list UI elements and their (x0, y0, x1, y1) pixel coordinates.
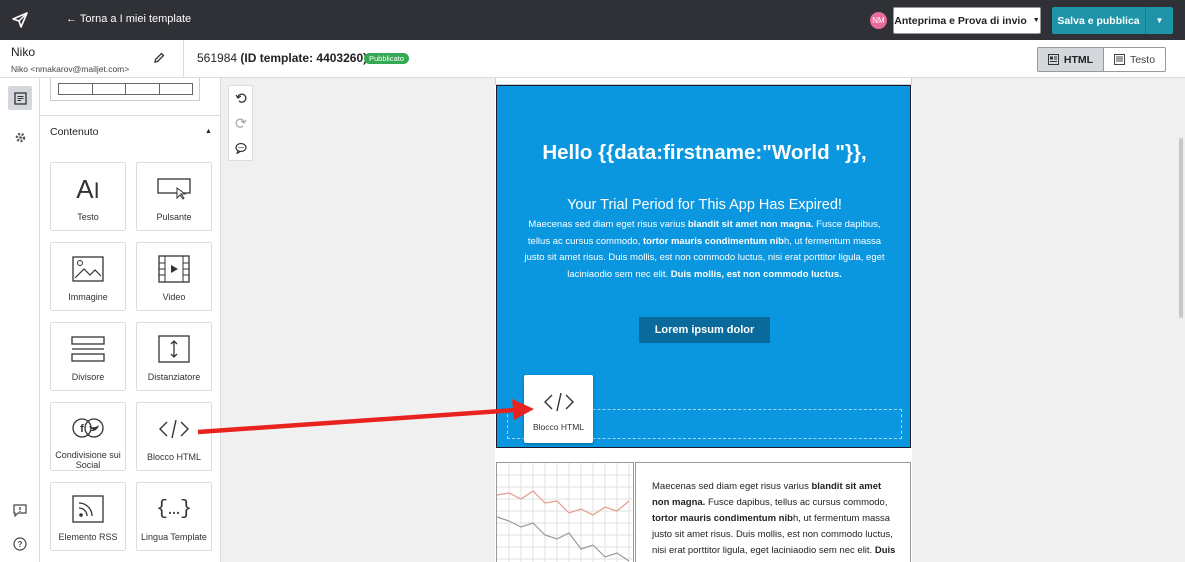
tile-text[interactable]: AI Testo (50, 162, 126, 231)
tile-image[interactable]: Immagine (50, 242, 126, 311)
bold-run: blandit sit amet non magna. (687, 219, 814, 230)
dragged-html-block[interactable]: Blocco HTML (524, 375, 593, 443)
content-section-title[interactable]: Contenuto (50, 126, 98, 138)
two-column-section: Maecenas sed diam eget risus varius blan… (495, 462, 912, 562)
template-info-bar (0, 40, 1185, 78)
html-view-icon (1047, 54, 1059, 65)
undo-icon[interactable] (233, 90, 249, 106)
tile-divider[interactable]: Divisore (50, 322, 126, 391)
svg-text:?: ? (18, 540, 23, 549)
text-column[interactable]: Maecenas sed diam eget risus varius blan… (635, 462, 911, 562)
caret-down-icon: ▼ (1032, 17, 1040, 24)
rss-icon (72, 489, 104, 529)
email-canvas: Hello {{data:firstname:"World "}}, Your … (495, 78, 912, 562)
left-rail: ? (0, 78, 40, 562)
text-run: Maecenas sed diam eget risus varius (652, 481, 812, 492)
hero-title[interactable]: Hello {{data:firstname:"World "}}, (497, 141, 912, 165)
chart-image[interactable] (496, 462, 634, 562)
tab-text-label: Testo (1129, 53, 1156, 66)
tile-button[interactable]: Pulsante (136, 162, 212, 231)
text-run: Fusce dapibus, tellus ac cursus commodo, (705, 497, 888, 508)
template-id: 561984 (ID template: 4403260) (197, 51, 367, 65)
tile-label: Video (162, 292, 186, 302)
divider (183, 40, 184, 78)
help-icon[interactable]: ? (8, 532, 32, 556)
gear-icon[interactable] (8, 125, 32, 149)
tile-label: Blocco HTML (146, 452, 201, 462)
dragged-block-label: Blocco HTML (532, 422, 584, 432)
tile-template-language[interactable]: {…} Lingua Template (136, 482, 212, 551)
column-layout-preview[interactable] (58, 83, 193, 95)
content-panel-icon[interactable] (8, 86, 32, 110)
text-run: Maecenas sed diam eget risus varius (528, 219, 688, 230)
text-icon: AI (76, 173, 100, 204)
hero-subtitle[interactable]: Your Trial Period for This App Has Expir… (497, 197, 912, 213)
template-number: 561984 (197, 51, 238, 65)
redo-icon[interactable] (233, 115, 249, 131)
tile-rss[interactable]: Elemento RSS (50, 482, 126, 551)
scrollbar[interactable] (1177, 78, 1185, 562)
tab-html[interactable]: HTML (1037, 47, 1104, 72)
avatar[interactable]: NM (870, 12, 887, 29)
tab-html-label: HTML (1063, 53, 1094, 66)
tile-label: Testo (77, 212, 99, 222)
status-badge: Pubblicato (364, 53, 410, 64)
save-options-caret-icon[interactable]: ▼ (1145, 7, 1173, 34)
video-icon (158, 249, 190, 289)
editor-toolbar (228, 85, 253, 161)
html-block-icon (542, 391, 576, 416)
divider-icon (71, 329, 105, 369)
tile-html-block[interactable]: Blocco HTML (136, 402, 212, 471)
hero-body-text[interactable]: Maecenas sed diam eget risus varius blan… (517, 217, 892, 283)
text-view-icon (1113, 54, 1125, 65)
back-to-templates-link[interactable]: ← Torna a I miei template (66, 13, 191, 25)
hero-cta-button[interactable]: Lorem ipsum dolor (639, 317, 770, 343)
tile-label: Lingua Template (141, 532, 207, 542)
tile-social-share[interactable]: f Condivisione sui Social (50, 402, 126, 471)
bold-run: tortor mauris condimentum nib (643, 235, 784, 247)
preview-and-test-button[interactable]: Anteprima e Prova di invio ▼ (893, 7, 1041, 34)
comment-icon[interactable] (233, 140, 249, 156)
social-share-icon: f (71, 409, 105, 447)
tile-label: Divisore (71, 372, 105, 382)
template-id-label: (ID template: 4403260) (240, 51, 368, 65)
column-body-text: Maecenas sed diam eget risus varius blan… (652, 479, 897, 562)
tile-label: Pulsante (156, 212, 192, 222)
bold-run: tortor mauris condimentum nib (652, 513, 793, 524)
image-icon (72, 249, 104, 289)
svg-text:f: f (80, 423, 84, 435)
button-icon (157, 169, 191, 209)
template-language-icon: {…} (155, 497, 192, 521)
tile-spacer[interactable]: Distanziatore (136, 322, 212, 391)
tile-label: Condivisione sui Social (55, 450, 121, 470)
tile-label: Immagine (68, 292, 108, 302)
tile-label: Distanziatore (147, 372, 201, 382)
feedback-icon[interactable] (8, 498, 32, 522)
pencil-edit-icon[interactable] (153, 52, 165, 67)
html-block-icon (157, 409, 191, 449)
top-bar: ← Torna a I miei template NM Anteprima e… (0, 0, 1185, 40)
user-name: Niko (11, 45, 36, 59)
divider (40, 115, 220, 116)
send-logo-icon[interactable] (0, 0, 40, 40)
content-panel: Contenuto ▲ AI Testo Pulsante Immagine V… (40, 78, 221, 562)
bold-run: Duis mollis, est non commodo luctus. (670, 268, 842, 280)
tile-video[interactable]: Video (136, 242, 212, 311)
tab-text[interactable]: Testo (1103, 47, 1166, 72)
user-email: Niko <nmakarov@mailjet.com> (11, 64, 130, 74)
scroll-thumb[interactable] (1179, 138, 1183, 318)
preview-button-label: Anteprima e Prova di invio (894, 14, 1027, 27)
caret-up-icon[interactable]: ▲ (205, 128, 212, 135)
previous-section-edge (495, 78, 912, 85)
save-and-publish-button[interactable]: Salva e pubblica (1052, 7, 1145, 34)
tile-label: Elemento RSS (58, 532, 118, 542)
spacer-icon (158, 329, 190, 369)
